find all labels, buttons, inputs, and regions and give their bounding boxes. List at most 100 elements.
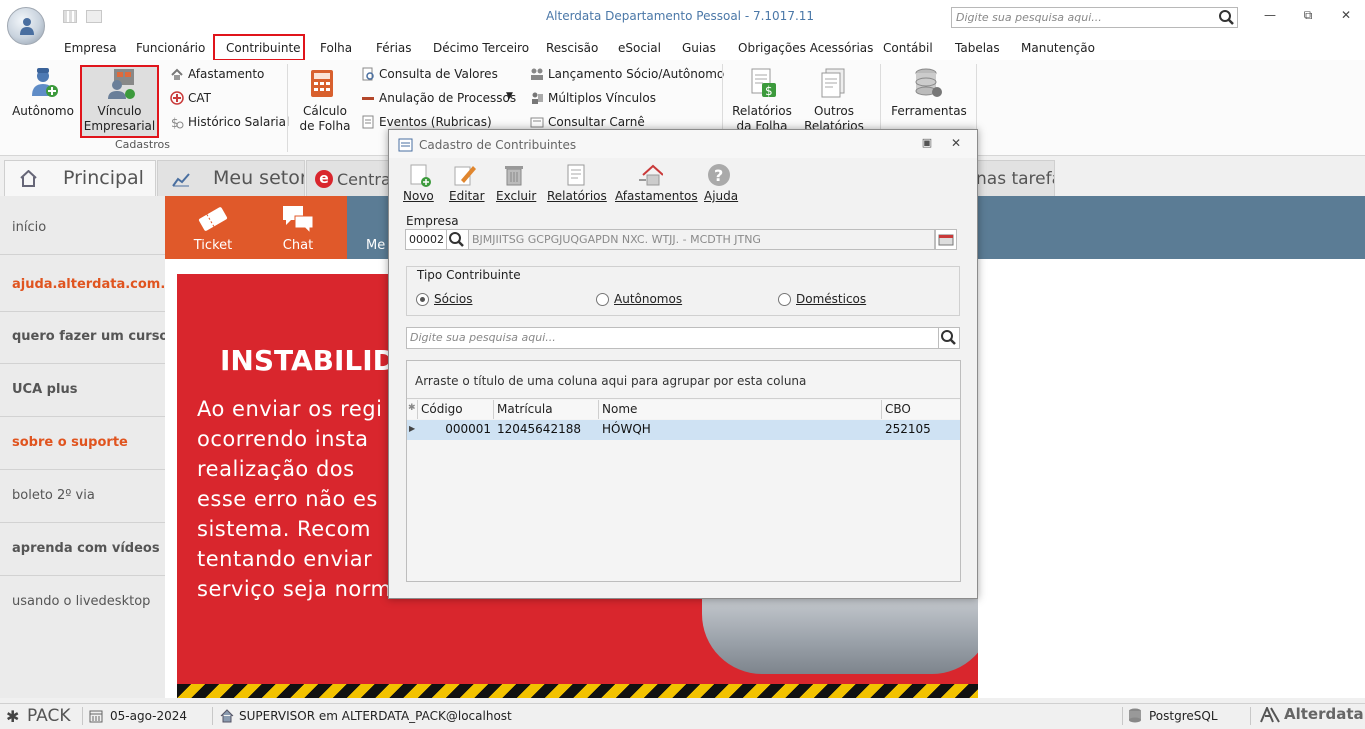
radio-domesticos[interactable] xyxy=(778,293,791,306)
eventos-icon xyxy=(362,115,374,129)
quick-access-window-icon[interactable] xyxy=(86,10,102,23)
radio-socios-label[interactable]: Sócios xyxy=(434,292,472,306)
tipo-contribuinte-label: Tipo Contribuinte xyxy=(417,268,521,282)
menu-funcionario[interactable]: Funcionário xyxy=(136,41,205,55)
empresa-code-field[interactable]: 00002 xyxy=(405,229,447,250)
hazard-stripe xyxy=(177,684,978,698)
minimize-icon[interactable]: — xyxy=(1260,8,1280,26)
sidebar-item-curso[interactable]: quero fazer um curso xyxy=(0,311,168,364)
outros-relatorios-icon xyxy=(821,68,845,98)
menu-esocial[interactable]: eSocial xyxy=(618,41,661,55)
column-header-matricula[interactable]: Matrícula xyxy=(494,400,599,419)
column-header-cbo[interactable]: CBO xyxy=(882,400,960,419)
historico-salarial-button[interactable]: Histórico Salarial xyxy=(188,115,289,129)
close-icon[interactable]: ✕ xyxy=(1336,8,1356,26)
search-icon[interactable] xyxy=(1216,7,1238,28)
empresa-name-field: BJMJIITSG GCPGJUQGAPDN NXC. WTJJ. - MCDT… xyxy=(468,229,935,250)
sidebar-item-ajuda[interactable]: ajuda.alterdata.com.br xyxy=(0,259,181,312)
calculo-folha-icon xyxy=(311,70,333,97)
ticket-button[interactable]: Ticket xyxy=(183,238,243,253)
relatorios-button[interactable]: Relatórios xyxy=(547,189,607,203)
dialog-search-input[interactable]: Digite sua pesquisa aqui... xyxy=(406,327,939,349)
trash-icon xyxy=(505,166,523,186)
cat-button[interactable]: CAT xyxy=(188,91,211,105)
help-icon: ? xyxy=(708,164,730,186)
sidebar-item-videos[interactable]: aprenda com vídeos xyxy=(0,523,165,576)
editar-button[interactable]: Editar xyxy=(449,189,485,203)
afastamento-button[interactable]: Afastamento xyxy=(188,67,264,81)
anulacao-button[interactable]: Anulação de Processos xyxy=(379,91,516,105)
status-date: 05-ago-2024 xyxy=(110,709,188,723)
cell-matricula: 12045642188 xyxy=(497,422,581,436)
calculo-folha-button[interactable]: Cálculo xyxy=(295,104,355,119)
menu-guias[interactable]: Guias xyxy=(682,41,716,55)
anulacao-dropdown-icon[interactable]: ▼ xyxy=(506,91,513,101)
status-separator xyxy=(82,707,83,725)
chat-button[interactable]: Chat xyxy=(268,238,328,253)
app-logo-icon[interactable] xyxy=(7,7,45,45)
consultar-carne-button[interactable]: Consultar Carnê xyxy=(548,115,645,129)
sidebar-item-uca-plus[interactable]: UCA plus xyxy=(0,364,165,417)
consulta-valores-button[interactable]: Consulta de Valores xyxy=(379,67,498,81)
afastamento-icon xyxy=(171,68,183,80)
menu-rescisao[interactable]: Rescisão xyxy=(546,41,598,55)
pack-logo-icon: ✱ xyxy=(6,707,20,726)
dialog-search-icon[interactable] xyxy=(938,327,960,349)
menu-folha[interactable]: Folha xyxy=(320,41,352,55)
novo-button[interactable]: Novo xyxy=(403,189,434,203)
sidebar-item-suporte[interactable]: sobre o suporte xyxy=(0,417,165,470)
menu-decimo-terceiro[interactable]: Décimo Terceiro xyxy=(433,41,529,55)
home-status-icon xyxy=(220,709,234,723)
menu-tabelas[interactable]: Tabelas xyxy=(955,41,1000,55)
tab-principal-label: Principal xyxy=(63,167,144,189)
menu-obrigacoes[interactable]: Obrigações Acessórias xyxy=(738,41,873,55)
sidebar-item-inicio[interactable]: início xyxy=(0,202,165,255)
radio-autonomos[interactable] xyxy=(596,293,609,306)
dialog-restore-icon[interactable]: ▣ xyxy=(920,136,934,150)
ferramentas-button[interactable]: Ferramentas xyxy=(890,104,968,119)
banner-title: INSTABILID xyxy=(220,344,396,377)
dialog-close-icon[interactable]: ✕ xyxy=(949,136,963,150)
vinculo-icon xyxy=(108,69,135,99)
lancamento-button[interactable]: Lançamento Sócio/Autônomo xyxy=(548,67,724,81)
grid-header-indicator: ✱ xyxy=(407,400,418,419)
menu-manutencao[interactable]: Manutenção xyxy=(1021,41,1095,55)
status-brand: Alterdata xyxy=(1284,705,1364,723)
radio-autonomos-label[interactable]: Autônomos xyxy=(614,292,682,306)
radio-socios[interactable] xyxy=(416,293,429,306)
alterdata-logo-icon xyxy=(1260,707,1280,723)
top-search-input[interactable]: Digite sua pesquisa aqui... xyxy=(951,7,1217,28)
menu-contabil[interactable]: Contábil xyxy=(883,41,933,55)
sidebar-item-boleto[interactable]: boleto 2º via xyxy=(0,470,165,523)
status-db: PostgreSQL xyxy=(1149,709,1218,723)
multiplos-vinculos-button[interactable]: Múltiplos Vínculos xyxy=(548,91,656,105)
tab-tarefas[interactable]: nas tarefas xyxy=(975,160,1055,196)
dialog-title: Cadastro de Contribuintes xyxy=(419,138,577,152)
quick-access-grid-icon[interactable] xyxy=(63,10,77,23)
ajuda-button[interactable]: Ajuda xyxy=(704,189,738,203)
status-separator xyxy=(212,707,213,725)
empresa-search-icon[interactable] xyxy=(447,229,469,250)
cell-cbo: 252105 xyxy=(885,422,931,436)
radio-domesticos-label[interactable]: Domésticos xyxy=(796,292,866,306)
column-header-nome[interactable]: Nome xyxy=(599,400,882,419)
autonomo-button[interactable]: Autônomo xyxy=(12,104,74,119)
afastamentos-button[interactable]: Afastamentos xyxy=(615,189,698,203)
sidebar-item-livedesktop[interactable]: usando o livedesktop xyxy=(0,576,165,629)
empresa-calendar-icon[interactable] xyxy=(935,229,957,250)
status-separator xyxy=(1250,707,1251,725)
eventos-button[interactable]: Eventos (Rubricas) xyxy=(379,115,492,129)
ticket-icon xyxy=(198,207,228,231)
chart-icon xyxy=(172,173,190,187)
column-header-codigo[interactable]: Código xyxy=(418,400,494,419)
restore-icon[interactable]: ⧉ xyxy=(1298,8,1318,26)
menu-empresa[interactable]: Empresa xyxy=(64,41,117,55)
consulta-valores-icon xyxy=(362,67,374,81)
menu-contribuinte[interactable]: Contribuinte xyxy=(226,41,301,55)
novo-icon xyxy=(410,164,431,187)
excluir-button[interactable]: Excluir xyxy=(496,189,536,203)
relatorios-folha-button[interactable]: Relatórios xyxy=(728,104,796,119)
menu-ferias[interactable]: Férias xyxy=(376,41,412,55)
svg-text:?: ? xyxy=(714,166,723,185)
outros-relatorios-button[interactable]: Outros xyxy=(800,104,868,119)
